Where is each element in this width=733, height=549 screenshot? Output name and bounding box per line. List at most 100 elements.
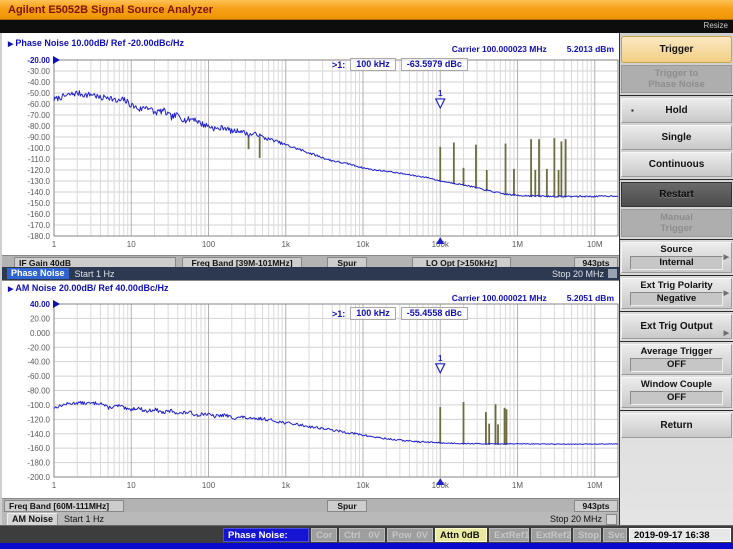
softkey-menu: Trigger Trigger to Phase Noise ▪ Hold Single C… xyxy=(619,33,733,525)
softkey-hold[interactable]: ▪ Hold xyxy=(621,98,732,123)
svg-text:-120.0: -120.0 xyxy=(27,415,50,424)
status-item-label: Cor xyxy=(316,529,333,541)
annotation-spur: Spur xyxy=(327,500,367,512)
svg-text:-20.00: -20.00 xyxy=(27,56,50,65)
app-title: Agilent E5052B Signal Source Analyzer xyxy=(8,4,213,16)
start-frequency-label: Start 1 Hz xyxy=(64,514,105,524)
softkey-restart[interactable]: Restart xyxy=(621,182,732,207)
softkey-window-couple[interactable]: Window Couple OFF xyxy=(621,377,732,408)
status-item-extref2: ExtRef2 xyxy=(531,527,571,542)
softkey-value-off: OFF xyxy=(630,358,723,372)
svg-text:100: 100 xyxy=(202,481,216,490)
softkey-label: Trigger xyxy=(659,44,694,55)
svg-text:100: 100 xyxy=(202,240,216,249)
status-item-ctrl: Ctrl 0V xyxy=(339,527,385,542)
instrument-screen: Agilent E5052B Signal Source Analyzer Re… xyxy=(0,0,733,549)
svg-text:-160.0: -160.0 xyxy=(27,444,50,453)
status-item-label: Attn 0dB xyxy=(440,529,480,541)
softkey-ext-trig-polarity[interactable]: Ext Trig Polarity Negative ▶ xyxy=(621,278,732,309)
measurement-mode-badge[interactable]: Phase Noise xyxy=(7,268,69,279)
submenu-arrow-icon: ▶ xyxy=(723,289,729,297)
softkey-menu-title: Trigger xyxy=(621,36,732,63)
svg-text:-80.00: -80.00 xyxy=(27,387,50,396)
status-item-stop: Stop xyxy=(573,527,601,542)
am-noise-chart: 40.00 20.00 0.000 -20.00 -40.00 -60.00 -80.00 -… xyxy=(27,300,619,490)
svg-text:40.00: 40.00 xyxy=(30,300,51,309)
softkey-separator xyxy=(620,239,733,240)
measurement-mode-badge[interactable]: AM Noise xyxy=(7,512,59,526)
svg-text:-100.0: -100.0 xyxy=(27,144,50,153)
phase-noise-status-bar: Phase Noise Start 1 Hz Stop 20 MHz xyxy=(2,267,619,280)
softkey-source[interactable]: Source Internal ▶ xyxy=(621,242,732,273)
svg-text:0.000: 0.000 xyxy=(30,329,51,338)
softkey-label: Return xyxy=(660,420,693,431)
svg-text:-160.0: -160.0 xyxy=(27,210,50,219)
softkey-separator xyxy=(620,95,733,96)
svg-text:1: 1 xyxy=(438,354,443,363)
softkey-trigger-to-phase-noise: Trigger to Phase Noise xyxy=(621,65,732,93)
softkey-label: Phase Noise xyxy=(648,79,705,90)
svg-text:-120.0: -120.0 xyxy=(27,166,50,175)
carrier-readout: Carrier 100.000021 MHz 5.2051 dBm xyxy=(451,293,614,303)
softkey-manual-trigger: Manual Trigger xyxy=(621,209,732,237)
graph-area: -20.00 -30.00 -40.00 -50.00 -60.00 -70.00 -80.… xyxy=(0,33,619,526)
softkey-separator xyxy=(620,341,733,342)
svg-text:-130.0: -130.0 xyxy=(27,177,50,186)
stop-frequency-label: Stop 20 MHz xyxy=(549,514,602,524)
submenu-arrow-icon: ▶ xyxy=(723,329,729,337)
svg-text:-170.0: -170.0 xyxy=(27,221,50,230)
am-noise-scale-label: ▶ AM Noise 20.00dB/ Ref 40.00dBc/Hz xyxy=(8,283,169,293)
svg-text:10k: 10k xyxy=(357,481,371,490)
svg-text:-180.0: -180.0 xyxy=(27,459,50,468)
softkey-average-trigger[interactable]: Average Trigger OFF xyxy=(621,344,732,375)
svg-text:10M: 10M xyxy=(587,481,603,490)
svg-text:1M: 1M xyxy=(512,481,523,490)
status-item-value: 0V xyxy=(368,529,380,541)
status-item-2019-09-17-16-38[interactable]: 2019-09-17 16:38 xyxy=(629,527,731,542)
carrier-readout: Carrier 100.000023 MHz 5.2013 dBm xyxy=(451,44,614,54)
selected-bullet-icon: ▪ xyxy=(631,106,634,115)
softkey-label: Trigger to xyxy=(654,68,699,79)
softkey-label: Manual xyxy=(660,212,693,223)
svg-text:-100.0: -100.0 xyxy=(27,401,50,410)
softkey-separator xyxy=(620,410,733,411)
svg-text:1k: 1k xyxy=(282,240,291,249)
status-item-label: Stop xyxy=(578,529,600,541)
svg-text:-40.00: -40.00 xyxy=(27,358,50,367)
top-strip: Resize xyxy=(0,20,733,33)
status-item-label: Pow xyxy=(392,529,412,541)
phase-noise-scale-label: ▶ Phase Noise 10.00dB/ Ref -20.00dBc/Hz xyxy=(8,38,184,48)
softkey-separator xyxy=(620,311,733,312)
softkey-separator xyxy=(620,275,733,276)
softkey-label: Restart xyxy=(659,189,694,200)
softkey-single[interactable]: Single xyxy=(621,125,732,150)
status-item-phase-noise-hold[interactable]: Phase Noise: Hold xyxy=(223,527,309,549)
svg-text:-200.0: -200.0 xyxy=(27,473,50,482)
softkey-value-internal: Internal xyxy=(630,256,723,270)
softkey-return[interactable]: Return xyxy=(621,413,732,438)
svg-text:-50.00: -50.00 xyxy=(27,89,50,98)
softkey-continuous[interactable]: Continuous xyxy=(621,152,732,177)
softkey-ext-trig-output[interactable]: Ext Trig Output ▶ xyxy=(621,314,732,339)
softkey-value-off: OFF xyxy=(630,391,723,405)
status-item-attn-0db[interactable]: Attn 0dB xyxy=(435,527,487,542)
status-item-extref1: ExtRef1 xyxy=(489,527,529,542)
svg-text:1M: 1M xyxy=(512,240,523,249)
phase-noise-chart: -20.00 -30.00 -40.00 -50.00 -60.00 -70.00 -80.… xyxy=(27,56,619,249)
status-item-label: Ctrl xyxy=(344,529,361,541)
softkey-label: Continuous xyxy=(648,159,705,170)
status-bar-nub xyxy=(606,513,617,525)
svg-text:1k: 1k xyxy=(282,481,291,490)
status-item-label: Svc xyxy=(608,529,625,541)
resize-button[interactable]: Resize xyxy=(704,21,728,30)
status-bar-nub xyxy=(608,269,617,278)
submenu-arrow-icon: ▶ xyxy=(723,253,729,261)
svg-text:-20.00: -20.00 xyxy=(27,343,50,352)
marker-readout: >1: 100 kHz -63.5979 dBc xyxy=(332,58,468,71)
status-item-cor: Cor xyxy=(311,527,337,542)
status-item-value: 0V xyxy=(416,529,428,541)
svg-text:10: 10 xyxy=(127,481,136,490)
svg-text:-40.00: -40.00 xyxy=(27,78,50,87)
svg-text:-140.0: -140.0 xyxy=(27,430,50,439)
svg-text:10k: 10k xyxy=(357,240,371,249)
